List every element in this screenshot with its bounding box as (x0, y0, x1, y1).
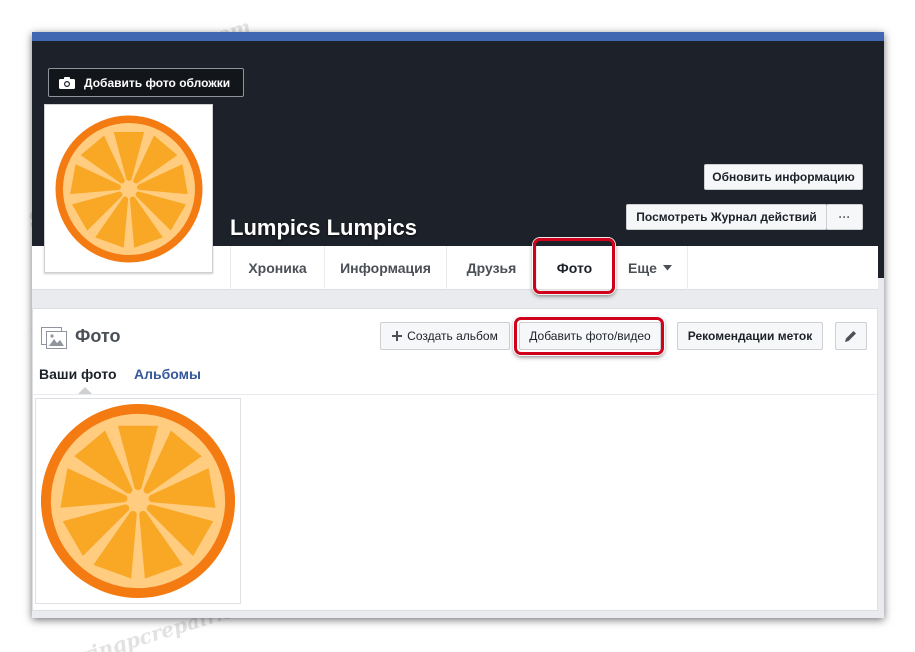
plus-icon (392, 331, 403, 341)
orange-slice-image (40, 403, 236, 599)
orange-slice-image (55, 115, 202, 262)
tab-more[interactable]: Еще (612, 246, 688, 290)
tab-your-photos[interactable]: Ваши фото (39, 366, 117, 382)
create-album-label: Создать альбом (407, 329, 498, 343)
pencil-icon (845, 331, 856, 342)
tab-albums[interactable]: Альбомы (134, 366, 201, 382)
add-cover-photo-button[interactable]: Добавить фото обложки (48, 68, 244, 97)
tab-timeline[interactable]: Хроника (230, 246, 324, 290)
profile-picture[interactable] (44, 104, 213, 273)
add-cover-photo-label: Добавить фото обложки (84, 75, 231, 90)
highlight-photos-tab (533, 238, 615, 294)
tab-friends[interactable]: Друзья (446, 246, 536, 290)
photos-section: Фото Создать альбом Добавить фото/видео … (32, 308, 878, 611)
profile-name: Lumpics Lumpics (230, 215, 418, 240)
tab-about[interactable]: Информация (324, 246, 446, 290)
caret-down-icon (662, 265, 672, 271)
edit-button[interactable] (835, 322, 867, 350)
facebook-profile-window: Добавить фото обложки Lumpics Lumpics Об… (32, 32, 884, 618)
active-tab-indicator (78, 387, 92, 394)
photos-icon (41, 327, 67, 349)
photo-thumbnail[interactable] (35, 398, 241, 604)
tab-label: Друзья (466, 260, 517, 276)
create-album-button[interactable]: Создать альбом (380, 322, 510, 350)
tag-suggestions-button[interactable]: Рекомендации меток (677, 322, 823, 350)
facebook-top-bar (32, 32, 884, 41)
photos-section-title: Фото (75, 326, 121, 346)
update-info-button[interactable]: Обновить информацию (704, 164, 863, 190)
tab-label: Еще (628, 260, 657, 276)
highlight-add-photo-video (514, 317, 664, 355)
tab-label: Хроника (248, 260, 307, 276)
more-options-button[interactable]: ··· (826, 204, 863, 230)
photos-section-header: Фото Создать альбом Добавить фото/видео … (33, 309, 877, 395)
camera-icon (59, 77, 75, 89)
activity-log-button[interactable]: Посмотреть Журнал действий (626, 204, 827, 230)
tab-label: Информация (340, 260, 431, 276)
